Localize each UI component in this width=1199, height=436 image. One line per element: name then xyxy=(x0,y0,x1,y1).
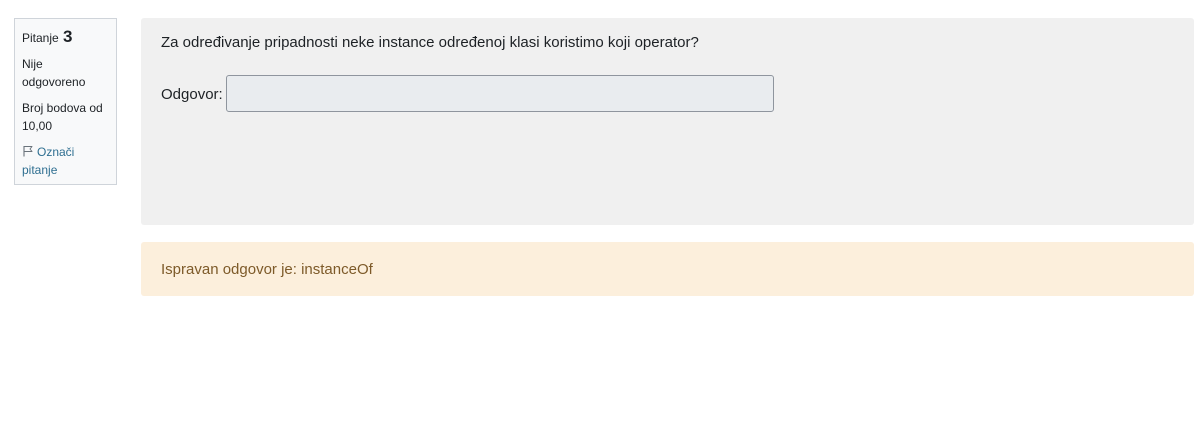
right-answer-feedback: Ispravan odgovor je: instanceOf xyxy=(141,242,1194,296)
right-answer-text: Ispravan odgovor je: instanceOf xyxy=(161,260,373,278)
question-info-box: Pitanje 3 Nije odgovoreno Broj bodova od… xyxy=(14,18,117,185)
flag-icon xyxy=(22,144,34,157)
question-state: Nije odgovoreno xyxy=(22,57,86,89)
question-content: Za određivanje pripadnosti neke instance… xyxy=(141,18,1194,225)
flag-question-link[interactable]: Označi pitanje xyxy=(22,143,109,179)
question-number-line: Pitanje 3 xyxy=(22,26,109,49)
answer-row: Odgovor: xyxy=(161,75,774,112)
question-label: Pitanje xyxy=(22,31,59,45)
question-grade: Broj bodova od 10,00 xyxy=(22,101,103,133)
answer-input[interactable] xyxy=(225,75,774,112)
answer-label: Odgovor: xyxy=(161,86,223,103)
question-text: Za određivanje pripadnosti neke instance… xyxy=(161,34,699,51)
quiz-review-page: Pitanje 3 Nije odgovoreno Broj bodova od… xyxy=(0,0,1199,436)
question-number: 3 xyxy=(63,27,73,46)
